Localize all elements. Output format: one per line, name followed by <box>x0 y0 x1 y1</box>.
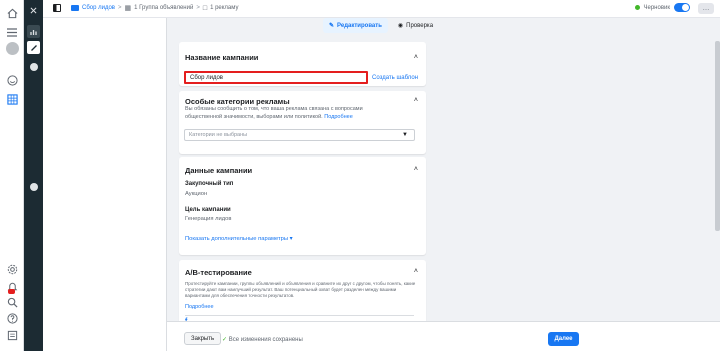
report-icon[interactable] <box>5 328 19 342</box>
warning-icon[interactable] <box>27 60 40 73</box>
help-icon[interactable] <box>5 311 19 325</box>
buying-type-value: Аукцион <box>185 191 208 197</box>
scrollbar[interactable] <box>715 33 720 321</box>
card-title: A/B-тестирование <box>185 268 252 277</box>
notification-badge <box>8 289 15 294</box>
tab-edit[interactable]: ✎ Редактировать <box>323 18 388 33</box>
chevron-up-icon[interactable]: ˄ <box>414 166 418 173</box>
top-bar: Сбор лидов > ▦ 1 Группа объявлений > □ 1… <box>43 0 720 18</box>
card-title: Особые категории рекламы <box>185 97 290 106</box>
avatar[interactable] <box>5 41 19 55</box>
pencil-icon: ✎ <box>329 23 335 29</box>
editor-content: Название кампании ˄ Сбор лидов Создать ш… <box>167 33 720 321</box>
home-icon[interactable] <box>5 6 19 20</box>
next-button[interactable]: Далее <box>548 332 579 346</box>
save-status: ✓ Все изменения сохранены <box>222 337 303 343</box>
card-title: Данные кампании <box>185 166 253 175</box>
adset-icon: ▦ <box>124 5 132 12</box>
mode-tabs: ✎ Редактировать ◉ Проверка <box>323 18 439 33</box>
check-icon: ✓ <box>222 337 228 343</box>
expand-icon[interactable] <box>27 180 40 193</box>
menu-icon[interactable] <box>5 25 19 39</box>
chevron-up-icon[interactable]: ˄ <box>414 97 418 104</box>
status-label: Черновик <box>643 4 671 11</box>
ab-testing-card: A/B-тестирование ˄ Протестируйте кампани… <box>179 260 426 321</box>
grid-icon[interactable] <box>5 92 19 106</box>
breadcrumb-campaign[interactable]: Сбор лидов <box>82 5 115 11</box>
buying-type-label: Закупочный тип <box>185 181 234 187</box>
card-description: Вы обязаны сообщить о том, что ваша рекл… <box>185 106 363 120</box>
smile-icon[interactable] <box>5 73 19 87</box>
breadcrumb-ad[interactable]: 1 рекламу <box>210 5 238 11</box>
chevron-right-icon: > <box>118 5 122 11</box>
special-categories-card: Особые категории рекламы ˄ Вы обязаны со… <box>179 91 426 154</box>
eye-icon: ◉ <box>397 23 404 29</box>
objective-value: Генерация лидов <box>185 216 232 222</box>
breadcrumb-adset[interactable]: 1 Группа объявлений <box>134 5 193 11</box>
folder-icon <box>71 5 79 11</box>
campaign-toggle[interactable] <box>674 3 690 12</box>
learn-more-link[interactable]: Подробнее <box>185 304 214 310</box>
global-nav-rail <box>0 0 24 351</box>
close-icon[interactable] <box>27 4 40 17</box>
chevron-right-icon: > <box>196 5 200 11</box>
chevron-up-icon[interactable]: ˄ <box>414 268 418 275</box>
more-options-button[interactable]: … <box>698 3 714 14</box>
campaign-data-card: Данные кампании ˄ Закупочный тип Аукцион… <box>179 157 426 255</box>
sidebar-toggle-icon[interactable] <box>53 4 61 12</box>
categories-select[interactable]: Категории не выбраны ▼ <box>184 129 415 141</box>
campaign-name-input[interactable]: Сбор лидов <box>184 71 368 84</box>
chevron-up-icon[interactable]: ˄ <box>414 54 418 61</box>
close-button[interactable]: Закрыть <box>184 332 222 345</box>
show-more-settings-link[interactable]: Показать дополнительные параметры ▾ <box>185 236 293 242</box>
footer-bar: Закрыть ✓ Все изменения сохранены Далее <box>167 321 720 351</box>
campaign-tree-panel <box>43 0 167 351</box>
campaign-name-card: Название кампании ˄ Сбор лидов Создать ш… <box>179 42 426 86</box>
caret-down-icon: ▼ <box>402 132 408 138</box>
search-icon[interactable] <box>5 295 19 309</box>
chart-icon[interactable] <box>27 25 40 38</box>
card-title: Название кампании <box>185 53 259 62</box>
learn-more-link[interactable]: Подробнее <box>324 114 353 120</box>
settings-icon[interactable] <box>5 262 19 276</box>
draft-status: Черновик <box>634 3 690 12</box>
editor-nav-rail <box>24 0 43 351</box>
tab-review[interactable]: ◉ Проверка <box>392 18 439 33</box>
breadcrumb: Сбор лидов > ▦ 1 Группа объявлений > □ 1… <box>53 4 238 12</box>
create-template-link[interactable]: Создать шаблон <box>372 75 418 81</box>
objective-label: Цель кампании <box>185 207 231 213</box>
ad-icon: □ <box>202 4 208 12</box>
card-description: Протестируйте кампании, группы объявлени… <box>185 281 416 298</box>
divider <box>185 315 414 316</box>
status-dot-icon <box>634 5 640 10</box>
edit-icon[interactable] <box>27 41 40 54</box>
